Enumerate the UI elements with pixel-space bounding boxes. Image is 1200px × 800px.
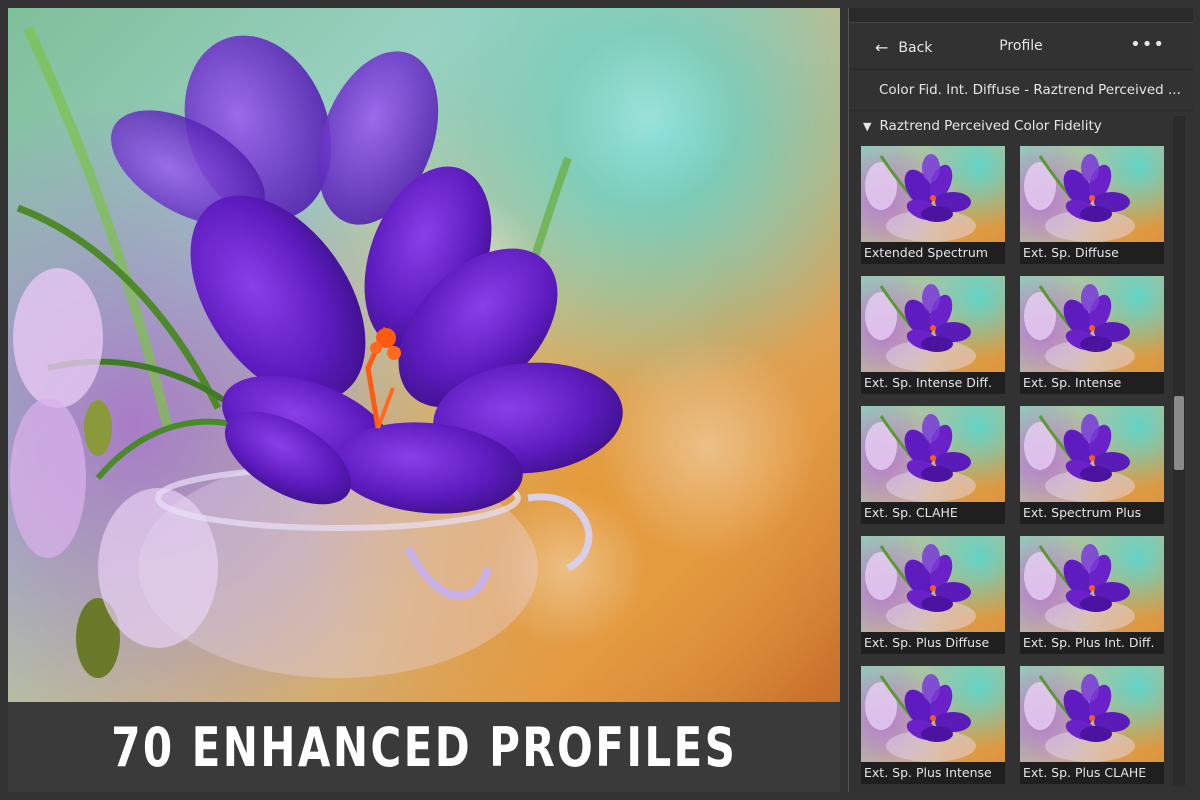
thumbnail-label: Ext. Sp. Intense Diff. [861,372,1005,394]
thumbnail-label: Ext. Sp. Diffuse [1020,242,1164,264]
thumbnail-image [1020,666,1164,762]
thumbnail-flower [1024,544,1135,632]
thumbnail-label: Extended Spectrum [861,242,1005,264]
thumbnail-image [861,666,1005,762]
profile-thumbnail[interactable]: Extended Spectrum [861,146,1005,264]
thumbnail-flower [865,674,976,762]
crocus-photo [10,25,818,678]
thumbnail-flower [1024,674,1135,762]
profile-thumbnail[interactable]: Ext. Sp. Diffuse [1020,146,1164,264]
promo-banner: 70 ENHANCED PROFILES [8,702,840,792]
profile-thumbnail[interactable]: Ext. Sp. Plus CLAHE [1020,666,1164,784]
thumbnail-label: Ext. Spectrum Plus [1020,502,1164,524]
profile-group-toggle[interactable]: ▼ Raztrend Perceived Color Fidelity [849,111,1193,141]
thumbnail-image [1020,406,1164,502]
more-horizontal-icon[interactable]: ••• [1130,34,1165,55]
thumbnail-image [861,406,1005,502]
panel-header: ← Back Profile ••• [849,23,1193,70]
thumbnail-label: Ext. Sp. Plus Intense [861,762,1005,784]
thumbnail-image [1020,276,1164,372]
banner-title: 70 ENHANCED PROFILES [110,715,738,779]
thumbnail-image [861,276,1005,372]
thumbnail-label: Ext. Sp. CLAHE [861,502,1005,524]
profile-thumbnail[interactable]: Ext. Spectrum Plus [1020,406,1164,524]
thumbnail-label: Ext. Sp. Plus Int. Diff. [1020,632,1164,654]
current-profile-label[interactable]: Color Fid. Int. Diffuse - Raztrend Perce… [849,70,1193,111]
thumbnail-label: Ext. Sp. Plus CLAHE [1020,762,1164,784]
thumbnail-image [1020,536,1164,632]
scrollbar-thumb[interactable] [1174,396,1184,470]
thumbnail-flower [865,284,976,372]
triangle-down-icon: ▼ [863,119,872,133]
profile-thumbnail[interactable]: Ext. Sp. Plus Diffuse [861,536,1005,654]
profile-thumbnail[interactable]: Ext. Sp. Plus Int. Diff. [1020,536,1164,654]
thumbnail-image [861,536,1005,632]
profile-panel: ← Back Profile ••• Color Fid. Int. Diffu… [848,8,1193,792]
thumbnail-label: Ext. Sp. Plus Diffuse [861,632,1005,654]
panel-scrollbar[interactable] [1173,116,1185,786]
app-frame: 70 ENHANCED PROFILES ← Back Profile ••• … [0,0,1200,800]
photo-preview [8,8,840,702]
thumbnail-image [861,146,1005,242]
profile-thumbnail[interactable]: Ext. Sp. Intense [1020,276,1164,394]
thumbnail-flower [865,544,976,632]
thumbnail-flower [1024,414,1135,502]
panel-top-strip [849,8,1193,23]
thumbnail-flower [1024,284,1135,372]
group-title: Raztrend Perceived Color Fidelity [879,118,1102,134]
thumbnail-flower [865,414,976,502]
thumbnail-label: Ext. Sp. Intense [1020,372,1164,394]
profile-thumbnail[interactable]: Ext. Sp. CLAHE [861,406,1005,524]
profile-thumbnail[interactable]: Ext. Sp. Plus Intense [861,666,1005,784]
thumbnail-image [1020,146,1164,242]
thumbnail-flower [865,154,976,242]
profile-thumbnail[interactable]: Ext. Sp. Intense Diff. [861,276,1005,394]
thumbnail-flower [1024,154,1135,242]
